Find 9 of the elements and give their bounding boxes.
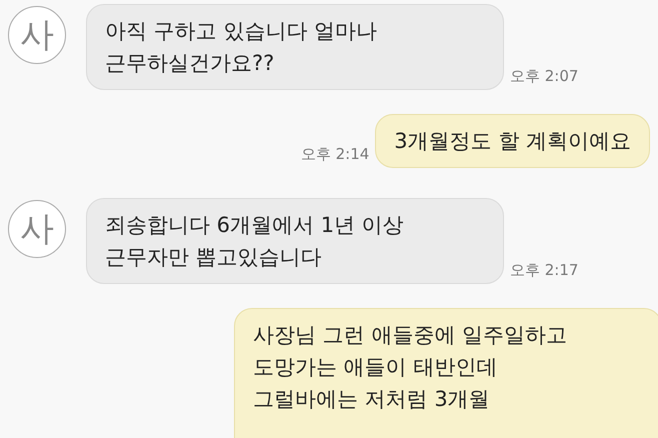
avatar[interactable]: 사	[8, 6, 66, 64]
message-time: 오후 2:07	[510, 67, 578, 85]
message-time: 오후 2:17	[510, 261, 578, 279]
message-bubble: 죄송합니다 6개월에서 1년 이상 근무자만 뽑고있습니다	[86, 198, 504, 284]
message-bubble: 사장님 그런 애들중에 일주일하고 도망가는 애들이 태반인데 그럴바에는 저처럼 3개월	[234, 308, 658, 438]
message-bubble: 아직 구하고 있습니다 얼마나 근무하실건가요??	[86, 4, 504, 90]
message-bubble: 3개월정도 할 계획이예요	[375, 114, 650, 168]
message-time: 오후 2:14	[300, 145, 370, 165]
avatar[interactable]: 사	[8, 200, 66, 258]
